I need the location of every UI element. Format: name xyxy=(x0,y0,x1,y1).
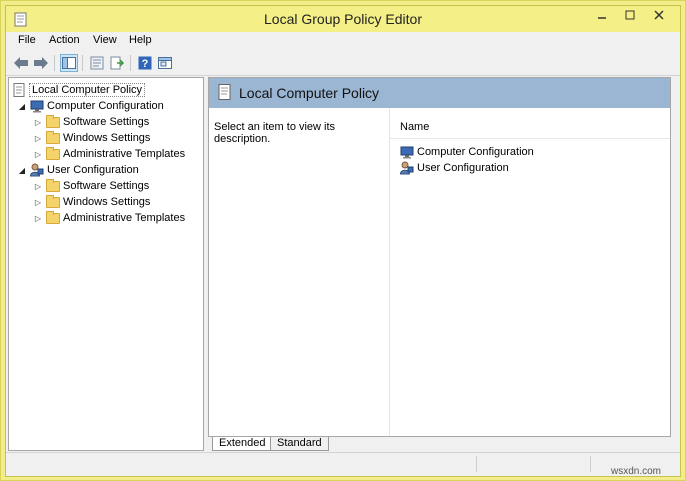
folder-icon xyxy=(46,210,60,224)
folder-icon xyxy=(46,194,60,208)
svg-text:?: ? xyxy=(142,58,149,70)
expanded-caret-icon[interactable]: ◢ xyxy=(18,166,26,175)
details-title: Local Computer Policy xyxy=(239,85,380,101)
tree-user-windows-settings[interactable]: ▷ Windows Settings xyxy=(34,194,150,210)
folder-icon xyxy=(46,114,60,128)
tree-user-administrative-templates[interactable]: ▷ Administrative Templates xyxy=(34,210,185,226)
user-icon xyxy=(400,161,414,175)
close-button[interactable] xyxy=(645,8,673,24)
tree-computer-windows-settings[interactable]: ▷ Windows Settings xyxy=(34,130,150,146)
computer-icon xyxy=(400,146,414,158)
console-tree-button[interactable] xyxy=(156,54,174,72)
tree-item-label: Windows Settings xyxy=(63,132,151,144)
show-hide-tree-button[interactable] xyxy=(60,54,78,72)
maximize-button[interactable] xyxy=(616,8,644,24)
console-tree-icon xyxy=(158,57,172,69)
details-pane: Local Computer Policy Select an item to … xyxy=(208,77,671,437)
status-divider xyxy=(590,456,591,472)
collapsed-caret-icon[interactable]: ▷ xyxy=(34,150,42,159)
status-bar xyxy=(6,452,680,475)
tree-computer-software-settings[interactable]: ▷ Software Settings xyxy=(34,114,149,130)
tree-item-label: Administrative Templates xyxy=(63,212,186,224)
title-bar[interactable]: Local Group Policy Editor xyxy=(6,6,680,32)
folder-icon xyxy=(46,130,60,144)
toolbar-separator xyxy=(54,55,55,71)
collapsed-caret-icon[interactable]: ▷ xyxy=(34,182,42,191)
menu-action[interactable]: Action xyxy=(49,34,80,46)
properties-icon xyxy=(90,56,104,70)
export-list-icon xyxy=(110,56,124,70)
folder-icon xyxy=(46,146,60,160)
expanded-caret-icon[interactable]: ◢ xyxy=(18,102,26,111)
status-divider xyxy=(476,456,477,472)
back-arrow-icon xyxy=(14,57,28,69)
tree-item-label: Windows Settings xyxy=(63,196,151,208)
tab-extended[interactable]: Extended xyxy=(212,437,273,451)
forward-button[interactable] xyxy=(32,54,50,72)
menu-file[interactable]: File xyxy=(18,34,36,46)
minimize-icon xyxy=(598,17,606,19)
collapsed-caret-icon[interactable]: ▷ xyxy=(34,134,42,143)
properties-button[interactable] xyxy=(88,54,106,72)
watermark: wsxdn.com xyxy=(611,466,662,477)
menu-bar: File Action View Help xyxy=(6,32,680,50)
menu-view[interactable]: View xyxy=(93,34,117,46)
collapsed-caret-icon[interactable]: ▷ xyxy=(34,118,42,127)
toolbar: ? xyxy=(6,51,680,76)
folder-icon xyxy=(46,178,60,192)
items-list: Name Computer Configuration User Configu… xyxy=(389,108,670,436)
back-button[interactable] xyxy=(12,54,30,72)
user-icon xyxy=(30,163,44,177)
toolbar-separator xyxy=(130,55,131,71)
view-tabs: Extended Standard xyxy=(208,437,671,451)
list-item-user-configuration[interactable]: User Configuration xyxy=(400,160,509,176)
help-button[interactable]: ? xyxy=(136,54,154,72)
collapsed-caret-icon[interactable]: ▷ xyxy=(34,198,42,207)
tree-item-label: Software Settings xyxy=(63,180,150,192)
window-frame: Local Group Policy Editor File Action Vi… xyxy=(0,0,686,481)
tree-computer-configuration[interactable]: ◢ Computer Configuration xyxy=(18,98,164,114)
list-item-label: User Configuration xyxy=(417,162,509,174)
policy-document-icon xyxy=(13,83,25,97)
tab-standard[interactable]: Standard xyxy=(270,437,329,451)
tree-user-configuration-label: User Configuration xyxy=(47,164,139,176)
tree-computer-configuration-label: Computer Configuration xyxy=(47,100,164,112)
tree-root-label: Local Computer Policy xyxy=(29,83,146,97)
tree-user-software-settings[interactable]: ▷ Software Settings xyxy=(34,178,149,194)
collapsed-caret-icon[interactable]: ▷ xyxy=(34,214,42,223)
tree-root[interactable]: Local Computer Policy xyxy=(13,82,146,98)
menu-help[interactable]: Help xyxy=(129,34,152,46)
toolbar-separator xyxy=(82,55,83,71)
details-header: Local Computer Policy xyxy=(209,78,670,108)
tree-computer-administrative-templates[interactable]: ▷ Administrative Templates xyxy=(34,146,185,162)
header-divider xyxy=(390,138,670,139)
window-title: Local Group Policy Editor xyxy=(264,11,422,27)
forward-arrow-icon xyxy=(34,57,48,69)
close-icon xyxy=(654,10,664,20)
show-hide-tree-icon xyxy=(62,57,76,69)
tree-user-configuration[interactable]: ◢ User Configuration xyxy=(18,162,139,178)
list-item-label: Computer Configuration xyxy=(417,146,534,158)
tree-item-label: Software Settings xyxy=(63,116,150,128)
minimize-button[interactable] xyxy=(588,8,616,24)
help-icon: ? xyxy=(138,56,152,70)
computer-icon xyxy=(30,100,44,112)
column-header-name[interactable]: Name xyxy=(400,121,429,133)
list-item-computer-configuration[interactable]: Computer Configuration xyxy=(400,144,534,160)
description-text: Select an item to view its description. xyxy=(214,121,336,145)
console-tree: Local Computer Policy ◢ Computer Configu… xyxy=(8,77,204,451)
export-list-button[interactable] xyxy=(108,54,126,72)
policy-document-icon xyxy=(218,84,231,100)
maximize-icon xyxy=(625,10,635,20)
gpedit-window: Local Group Policy Editor File Action Vi… xyxy=(5,5,681,477)
tree-item-label: Administrative Templates xyxy=(63,148,186,160)
